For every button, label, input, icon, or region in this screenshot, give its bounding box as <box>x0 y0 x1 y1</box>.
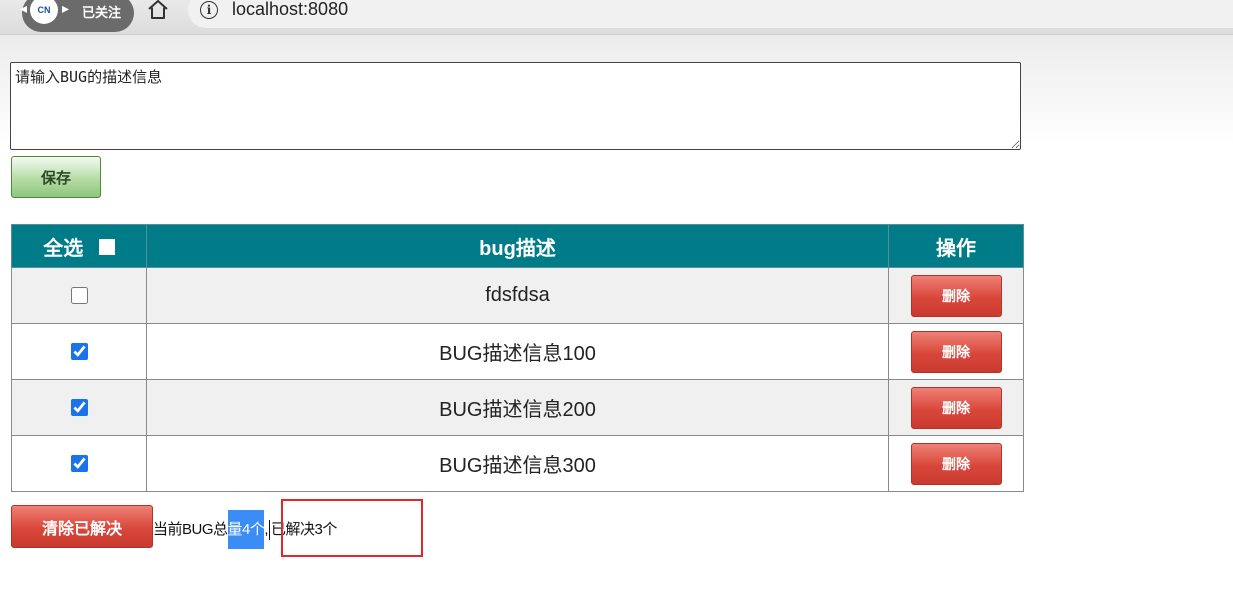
annotation-box <box>281 499 423 557</box>
summary-highlighted-count: 量4个 <box>227 510 265 549</box>
summary-separator: , <box>264 521 269 538</box>
text-cursor <box>269 520 271 541</box>
back-arrow-icon[interactable]: ◂ <box>20 0 27 17</box>
table-row: BUG描述信息200 删除 <box>11 379 1024 436</box>
row-action-cell: 删除 <box>888 379 1024 436</box>
row-checkbox[interactable] <box>70 287 88 305</box>
row-action-cell: 删除 <box>888 323 1024 380</box>
bug-description-cell: BUG描述信息100 <box>146 323 889 380</box>
site-logo-text: CN <box>37 5 51 15</box>
delete-button[interactable]: 删除 <box>910 442 1002 485</box>
follow-badge-label: 已关注 <box>82 5 122 20</box>
row-checkbox-cell <box>11 379 147 436</box>
select-all-checkbox[interactable] <box>98 239 115 256</box>
bug-description-cell: fdsfdsa <box>146 267 889 324</box>
address-bar-url: localhost:8080 <box>232 0 349 19</box>
table-row: fdsfdsa 删除 <box>11 267 1024 324</box>
row-action-cell: 删除 <box>888 267 1024 324</box>
delete-button[interactable]: 删除 <box>910 330 1002 373</box>
summary-prefix: 当前BUG总 <box>153 521 228 538</box>
select-all-label: 全选 <box>43 237 84 260</box>
bug-table: 全选 bug描述 操作 fdsfdsa 删除 BUG描述信息100 删除 BUG… <box>11 224 1024 492</box>
bug-description-input[interactable] <box>10 62 1021 150</box>
forward-arrow-icon[interactable]: ▸ <box>62 0 69 17</box>
action-header: 操作 <box>888 224 1024 268</box>
row-checkbox[interactable] <box>70 343 88 361</box>
address-bar[interactable]: i localhost:8080 <box>188 0 1233 28</box>
row-action-cell: 删除 <box>888 435 1024 492</box>
row-checkbox-cell <box>11 267 147 324</box>
table-row: BUG描述信息300 删除 <box>11 435 1024 492</box>
select-all-header: 全选 <box>11 224 147 268</box>
description-header: bug描述 <box>146 224 889 268</box>
bug-description-cell: BUG描述信息300 <box>146 435 889 492</box>
site-logo-icon: CN <box>30 0 58 24</box>
info-icon[interactable]: i <box>200 1 218 19</box>
clear-resolved-button[interactable]: 清除已解决 <box>11 505 153 548</box>
row-checkbox-cell <box>11 435 147 492</box>
delete-button[interactable]: 删除 <box>910 274 1002 317</box>
follow-badge[interactable]: ◂ CN ▸ 已关注 <box>20 0 134 32</box>
table-row: BUG描述信息100 删除 <box>11 323 1024 380</box>
browser-toolbar: ◂ CN ▸ 已关注 i localhost:8080 <box>0 0 1233 35</box>
save-button[interactable]: 保存 <box>11 156 101 198</box>
row-checkbox[interactable] <box>70 455 88 473</box>
row-checkbox-cell <box>11 323 147 380</box>
row-checkbox[interactable] <box>70 399 88 417</box>
home-icon[interactable] <box>146 0 170 22</box>
delete-button[interactable]: 删除 <box>910 386 1002 429</box>
table-header-row: 全选 bug描述 操作 <box>11 224 1024 268</box>
bug-description-cell: BUG描述信息200 <box>146 379 889 436</box>
